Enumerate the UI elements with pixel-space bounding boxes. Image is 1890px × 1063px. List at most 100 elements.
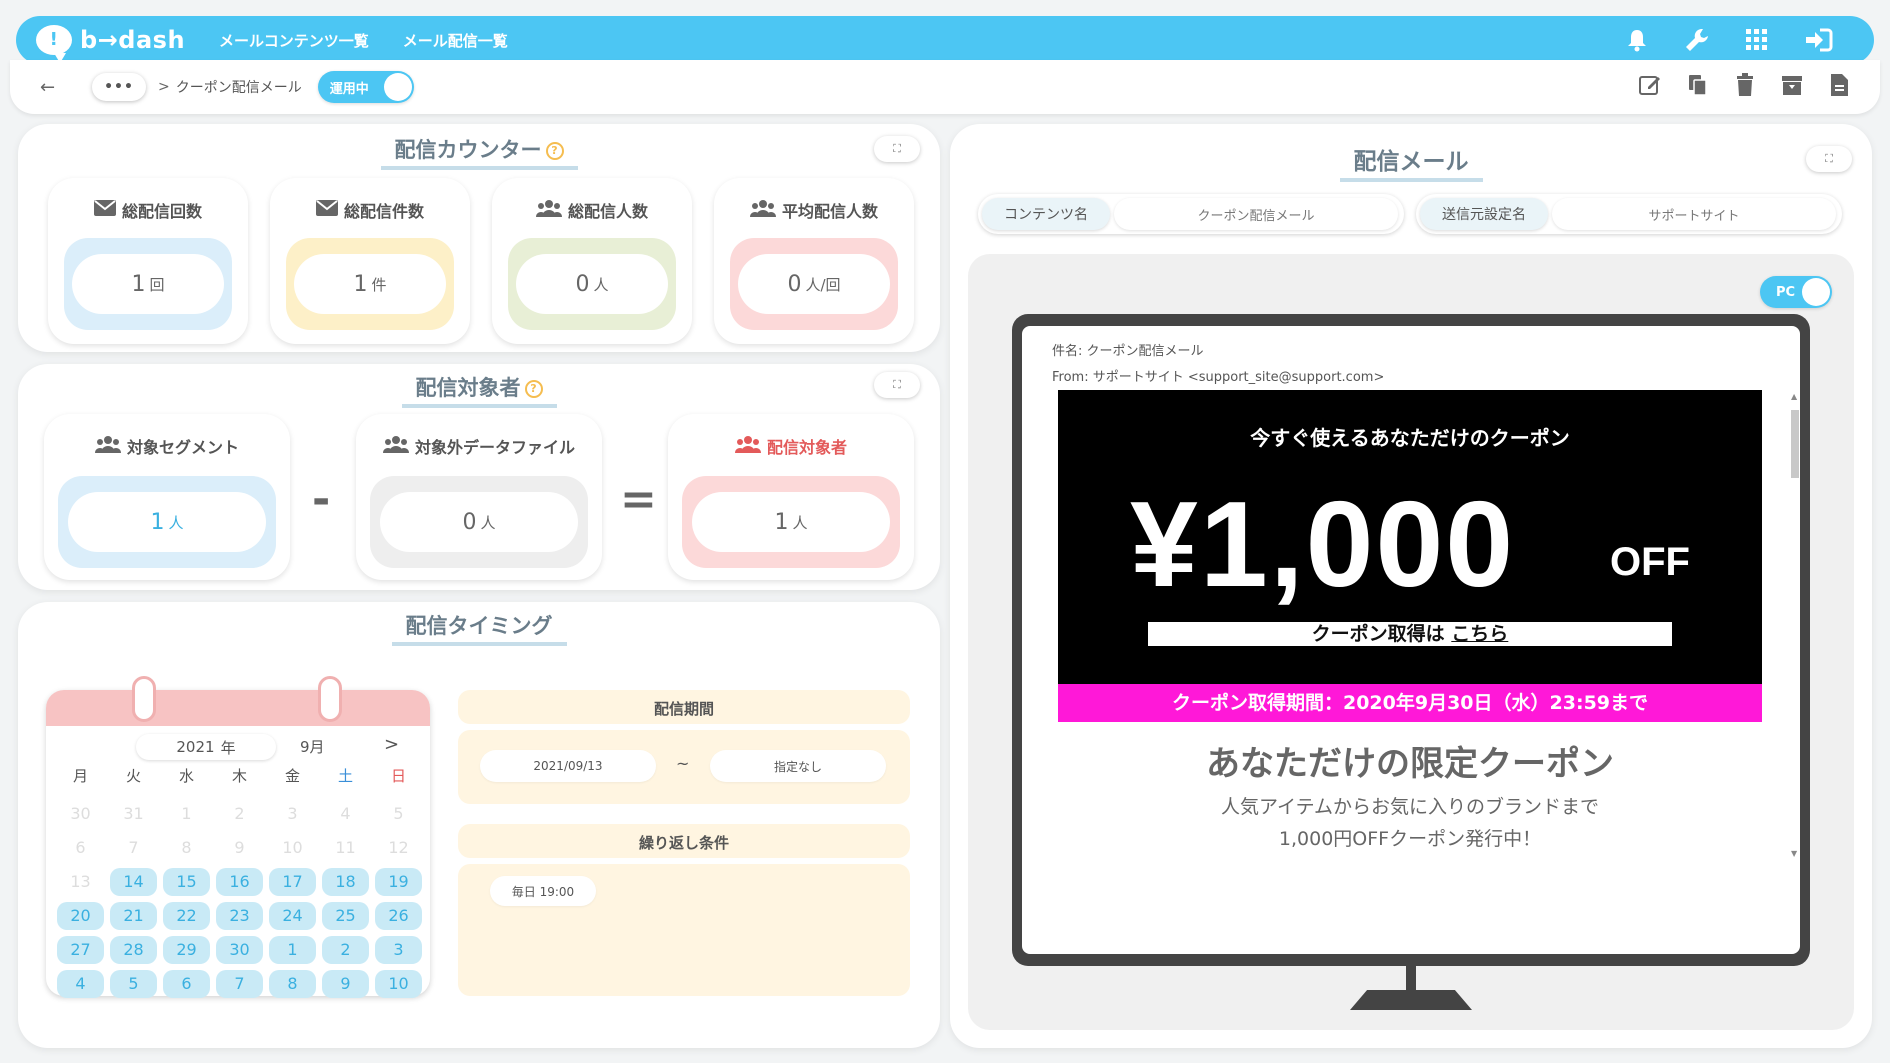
calendar-day: 11 bbox=[335, 838, 356, 857]
counter-card-title: 総配信人数 bbox=[567, 202, 648, 221]
weekday-label: 日 bbox=[390, 767, 406, 785]
bell-icon[interactable] bbox=[1626, 28, 1648, 52]
calendar-day[interactable]: 26 bbox=[375, 902, 422, 930]
mail-scrollbar[interactable]: ▲ ▼ bbox=[1788, 390, 1800, 860]
coupon-banner: 今すぐ使えるあなただけのクーポン ¥1,000 OFF クーポン取得は こちら bbox=[1058, 390, 1762, 684]
envelope-icon bbox=[315, 200, 338, 220]
target-card: 配信対象者 1人 bbox=[668, 414, 914, 580]
calendar-day[interactable]: 5 bbox=[110, 970, 157, 998]
calendar-day[interactable]: 22 bbox=[163, 902, 210, 930]
calendar-day[interactable]: 29 bbox=[163, 936, 210, 964]
calendar-day[interactable]: 16 bbox=[216, 868, 263, 896]
year-value: 2021 bbox=[176, 738, 215, 756]
calendar-day[interactable]: 18 bbox=[322, 868, 369, 896]
calendar-day[interactable]: 30 bbox=[216, 936, 263, 964]
scroll-down-icon[interactable]: ▼ bbox=[1791, 849, 1797, 858]
target-card-value: 0人 bbox=[380, 492, 578, 552]
logo[interactable]: ! b→dash bbox=[36, 25, 185, 63]
calendar-day[interactable]: 3 bbox=[375, 936, 422, 964]
calendar-day[interactable]: 21 bbox=[110, 902, 157, 930]
copy-icon[interactable] bbox=[1686, 73, 1710, 101]
group-icon bbox=[94, 435, 121, 457]
calendar-day[interactable]: 2 bbox=[322, 936, 369, 964]
period-start-field[interactable]: 2021/09/13 bbox=[480, 750, 656, 782]
repeat-value[interactable]: 毎日 19:00 bbox=[490, 876, 596, 906]
calendar-day: 5 bbox=[393, 804, 404, 823]
content-name-value[interactable]: クーポン配信メール bbox=[1114, 198, 1398, 230]
counter-card-value: 0 人/回 bbox=[738, 254, 890, 314]
counter-card: 総配信人数 0人 bbox=[492, 178, 692, 344]
calendar-day[interactable]: 25 bbox=[322, 902, 369, 930]
coupon-link[interactable]: こちら bbox=[1451, 623, 1508, 645]
calendar-day[interactable]: 23 bbox=[216, 902, 263, 930]
period-end-field[interactable]: 指定なし bbox=[710, 750, 886, 782]
coupon-get-button[interactable]: クーポン取得は こちら bbox=[1148, 622, 1672, 646]
scroll-up-icon[interactable]: ▲ bbox=[1791, 392, 1797, 401]
group-icon bbox=[535, 199, 562, 221]
scroll-thumb[interactable] bbox=[1791, 410, 1799, 478]
status-toggle[interactable]: 運用中 bbox=[317, 71, 414, 103]
group-icon bbox=[734, 435, 761, 457]
calendar-day[interactable]: 20 bbox=[57, 902, 104, 930]
document-icon[interactable] bbox=[1828, 73, 1850, 101]
calendar-day[interactable]: 10 bbox=[375, 970, 422, 998]
help-icon[interactable]: ? bbox=[545, 142, 564, 160]
back-arrow-icon[interactable]: ← bbox=[40, 77, 60, 98]
calendar-day[interactable]: 27 bbox=[57, 936, 104, 964]
calendar-day[interactable]: 15 bbox=[163, 868, 210, 896]
timing-title: 配信タイミング bbox=[18, 610, 940, 646]
period-title: 配信期間 bbox=[653, 700, 714, 718]
group-icon bbox=[749, 199, 776, 221]
coupon-heading: あなただけの限定クーポン bbox=[1206, 744, 1614, 784]
nav-mail-deliveries[interactable]: メール配信一覧 bbox=[403, 30, 508, 51]
expand-button[interactable]: ⛶ bbox=[874, 372, 920, 398]
period-title-bar: 配信期間 bbox=[458, 690, 910, 724]
calendar-day[interactable]: 9 bbox=[322, 970, 369, 998]
calendar-day[interactable]: 19 bbox=[375, 868, 422, 896]
content-name-label: コンテンツ名 bbox=[982, 198, 1110, 230]
calendar-day[interactable]: 17 bbox=[269, 868, 316, 896]
device-label: PC bbox=[1776, 284, 1796, 300]
calendar-day: 4 bbox=[340, 804, 351, 823]
help-icon[interactable]: ? bbox=[524, 380, 543, 398]
counter-card-value: 1回 bbox=[72, 254, 224, 314]
grid-icon[interactable] bbox=[1746, 29, 1768, 51]
edit-icon[interactable] bbox=[1638, 73, 1662, 101]
target-title: 配信対象者? bbox=[18, 372, 940, 408]
logout-icon[interactable] bbox=[1804, 28, 1834, 52]
calendar-day: 10 bbox=[282, 838, 303, 857]
calendar-day[interactable]: 1 bbox=[269, 936, 316, 964]
calendar-day[interactable]: 7 bbox=[216, 970, 263, 998]
sender-name-value[interactable]: サポートサイト bbox=[1552, 198, 1836, 230]
calendar-day: 31 bbox=[123, 804, 144, 823]
mail-title: 配信メール bbox=[950, 142, 1872, 182]
mail-subject: 件名: クーポン配信メール bbox=[1052, 344, 1204, 359]
calendar-day[interactable]: 28 bbox=[110, 936, 157, 964]
wrench-icon[interactable] bbox=[1684, 27, 1710, 53]
calendar-day: 2 bbox=[234, 804, 245, 823]
calendar-day[interactable]: 24 bbox=[269, 902, 316, 930]
calendar: 2021 年 9月 > 月火水木金土日 30 31 1 2 3 4 5 6 7 8 9 10 11 12 13… bbox=[46, 676, 430, 998]
archive-icon[interactable] bbox=[1780, 73, 1804, 101]
calendar-day[interactable]: 8 bbox=[269, 970, 316, 998]
calendar-day[interactable]: 14 bbox=[110, 868, 157, 896]
counter-title: 配信カウンター? bbox=[18, 134, 940, 170]
year-selector[interactable]: 2021 年 bbox=[136, 734, 276, 760]
breadcrumb-current: クーポン配信メール bbox=[175, 80, 302, 96]
breadcrumb-more-button[interactable]: ••• bbox=[92, 73, 146, 101]
nav-mail-contents[interactable]: メールコンテンツ一覧 bbox=[219, 30, 369, 51]
mail-from: From: サポートサイト <support_site@support.com> bbox=[1052, 370, 1385, 385]
counter-card-title: 平均配信人数 bbox=[781, 202, 878, 221]
expand-button[interactable]: ⛶ bbox=[1806, 146, 1852, 172]
minus-operator: - bbox=[312, 474, 331, 525]
counter-card: 総配信回数 1回 bbox=[48, 178, 248, 344]
weekday-label: 月 bbox=[72, 767, 88, 785]
calendar-day[interactable]: 4 bbox=[57, 970, 104, 998]
device-toggle[interactable]: PC bbox=[1760, 276, 1832, 308]
expand-button[interactable]: ⛶ bbox=[874, 136, 920, 162]
next-month-button[interactable]: > bbox=[384, 734, 399, 755]
trash-icon[interactable] bbox=[1734, 73, 1756, 101]
repeat-title-bar: 繰り返し条件 bbox=[458, 824, 910, 858]
calendar-day[interactable]: 6 bbox=[163, 970, 210, 998]
counter-card: 総配信件数 1件 bbox=[270, 178, 470, 344]
